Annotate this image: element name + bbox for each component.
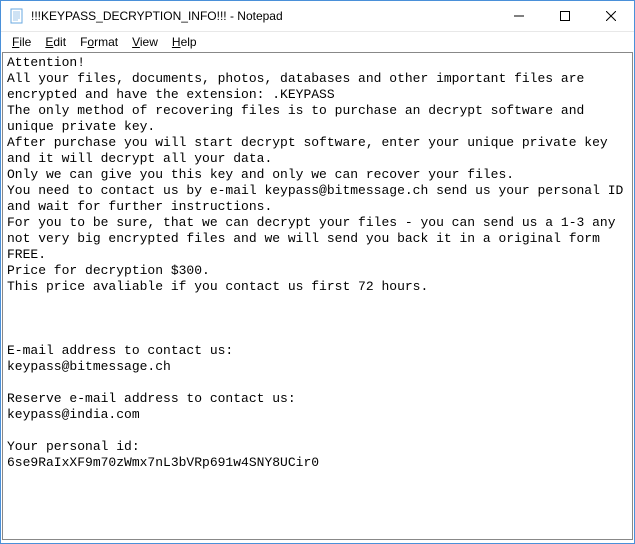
menubar: File Edit Format View Help [1, 32, 634, 52]
menu-file-rest: ile [19, 35, 31, 49]
menu-file[interactable]: File [5, 34, 38, 50]
text-area[interactable]: Attention! All your files, documents, ph… [2, 52, 633, 540]
window-title: !!!KEYPASS_DECRYPTION_INFO!!! - Notepad [31, 9, 496, 23]
maximize-button[interactable] [542, 1, 588, 31]
menu-format[interactable]: Format [73, 34, 125, 50]
close-button[interactable] [588, 1, 634, 31]
menu-edit[interactable]: Edit [38, 34, 73, 50]
notepad-icon [9, 8, 25, 24]
minimize-button[interactable] [496, 1, 542, 31]
menu-format-rest: rmat [94, 35, 118, 49]
menu-help-rest: elp [181, 35, 197, 49]
menu-view[interactable]: View [125, 34, 165, 50]
window-controls [496, 1, 634, 31]
menu-edit-rest: dit [53, 35, 66, 49]
titlebar[interactable]: !!!KEYPASS_DECRYPTION_INFO!!! - Notepad [1, 1, 634, 32]
menu-help[interactable]: Help [165, 34, 204, 50]
menu-view-rest: iew [140, 35, 158, 49]
